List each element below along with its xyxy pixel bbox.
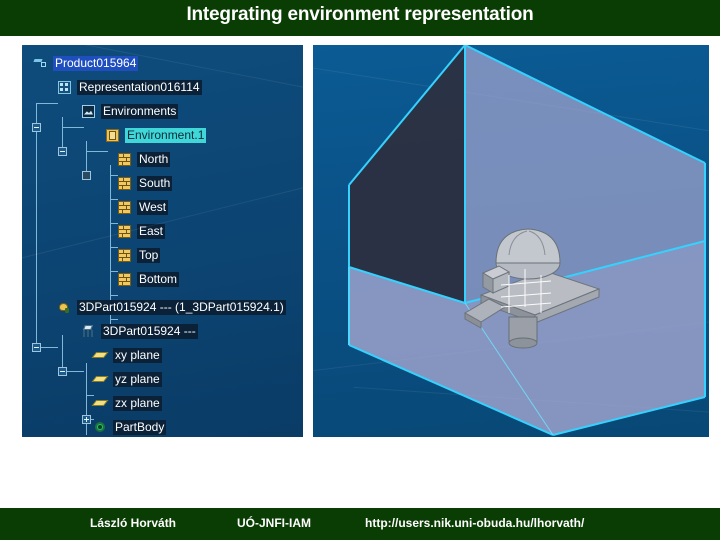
footer-author: László Horváth	[90, 516, 177, 530]
footer-url[interactable]: http://users.nik.uni-obuda.hu/lhorvath/	[365, 516, 584, 530]
tree-connector	[110, 223, 118, 224]
tree-connector	[86, 363, 87, 435]
tree-item-environment-1[interactable]: Environment.1	[106, 125, 207, 145]
tree-item-label: Representation016114	[77, 79, 202, 95]
tree-item-zx-plane[interactable]: zx plane	[91, 393, 162, 413]
tree-item-label: xy plane	[113, 347, 162, 363]
wall-icon	[118, 224, 131, 238]
page-title: Integrating environment representation	[186, 4, 534, 25]
assembly-icon	[82, 324, 95, 338]
wall-icon	[118, 272, 131, 286]
product-icon	[33, 57, 47, 70]
back-wall-face	[349, 45, 465, 303]
gear-icon	[94, 421, 107, 434]
tree-item-label: East	[137, 223, 166, 239]
tree-item-label: North	[137, 151, 171, 167]
tree-connector	[36, 103, 58, 104]
tree-item-environments[interactable]: Environments	[82, 101, 179, 121]
tree-item-label: 3DPart015924 ---	[101, 323, 198, 339]
plane-icon	[91, 397, 109, 410]
slide-header: Integrating environment representation	[0, 0, 720, 36]
tree-expander-minus[interactable]	[32, 343, 41, 352]
tree-item-label: PartBody	[113, 419, 167, 435]
tree-connector	[110, 295, 118, 296]
tree-connector	[86, 141, 87, 175]
tree-item-label: Environments	[101, 103, 179, 119]
tree-item-label: 3DPart015924 --- (1_3DPart015924.1)	[77, 299, 286, 315]
tree-item-label: Bottom	[137, 271, 180, 287]
tree-item-label: Top	[137, 247, 161, 263]
tree-item-north[interactable]: North	[118, 149, 171, 169]
tree-connector	[110, 175, 118, 176]
tree-item-label: Product015964	[53, 55, 139, 71]
tree-item-label: South	[137, 175, 173, 191]
tree-expander-plus[interactable]	[82, 415, 91, 424]
tree-connector	[62, 127, 84, 128]
wall-icon	[118, 176, 131, 190]
tree-item-east[interactable]: East	[118, 221, 166, 241]
plane-icon	[91, 373, 109, 386]
tree-item-south[interactable]: South	[118, 173, 173, 193]
tree-connector	[110, 199, 118, 200]
tree-connector	[110, 247, 118, 248]
specification-tree-panel[interactable]: Product015964 Representation016114 Envir…	[22, 45, 303, 437]
tree-item-label: yz plane	[113, 371, 162, 387]
tree-connector	[110, 271, 118, 272]
tree-item-yz-plane[interactable]: yz plane	[91, 369, 162, 389]
tree-connector	[36, 103, 37, 348]
tree-item-label: West	[137, 199, 169, 215]
tree-connector	[110, 319, 118, 320]
tree-item-xy-plane[interactable]: xy plane	[91, 345, 162, 365]
tree-item-representation016114[interactable]: Representation016114	[58, 77, 202, 97]
tree-item-product015964[interactable]: Product015964	[33, 53, 139, 73]
wall-icon	[118, 200, 131, 214]
3d-viewport[interactable]	[313, 45, 709, 437]
tree-item-label: zx plane	[113, 395, 162, 411]
environment-box-wireframe	[348, 45, 706, 436]
tree-expander-minus[interactable]	[32, 123, 41, 132]
tree-connector	[86, 395, 94, 396]
tree-item-3dpart015924-instance[interactable]: 3DPart015924 --- (1_3DPart015924.1)	[58, 297, 286, 317]
tree-expander-filled[interactable]	[82, 171, 91, 180]
tree-connector	[86, 151, 108, 152]
plane-icon	[91, 349, 109, 362]
part-icon	[58, 301, 71, 314]
tree-connector	[62, 335, 63, 371]
tree-item-partbody[interactable]: PartBody	[94, 417, 167, 437]
tree-item-label: Environment.1	[125, 127, 207, 143]
footer-organization: UÓ-JNFI-IAM	[237, 516, 311, 530]
environment-icon	[106, 128, 119, 142]
slide-footer: László Horváth UÓ-JNFI-IAM http://users.…	[0, 508, 720, 540]
wall-icon	[118, 248, 131, 262]
tree-item-bottom[interactable]: Bottom	[118, 269, 180, 289]
tree-item-west[interactable]: West	[118, 197, 169, 217]
representation-icon	[58, 80, 71, 94]
environments-icon	[82, 104, 95, 118]
tree-item-top[interactable]: Top	[118, 245, 161, 265]
tree-expander-minus[interactable]	[58, 367, 67, 376]
tree-connector	[62, 117, 63, 151]
tree-item-3dpart015924[interactable]: 3DPart015924 ---	[82, 321, 198, 341]
wall-icon	[118, 152, 131, 166]
tree-expander-minus[interactable]	[58, 147, 67, 156]
